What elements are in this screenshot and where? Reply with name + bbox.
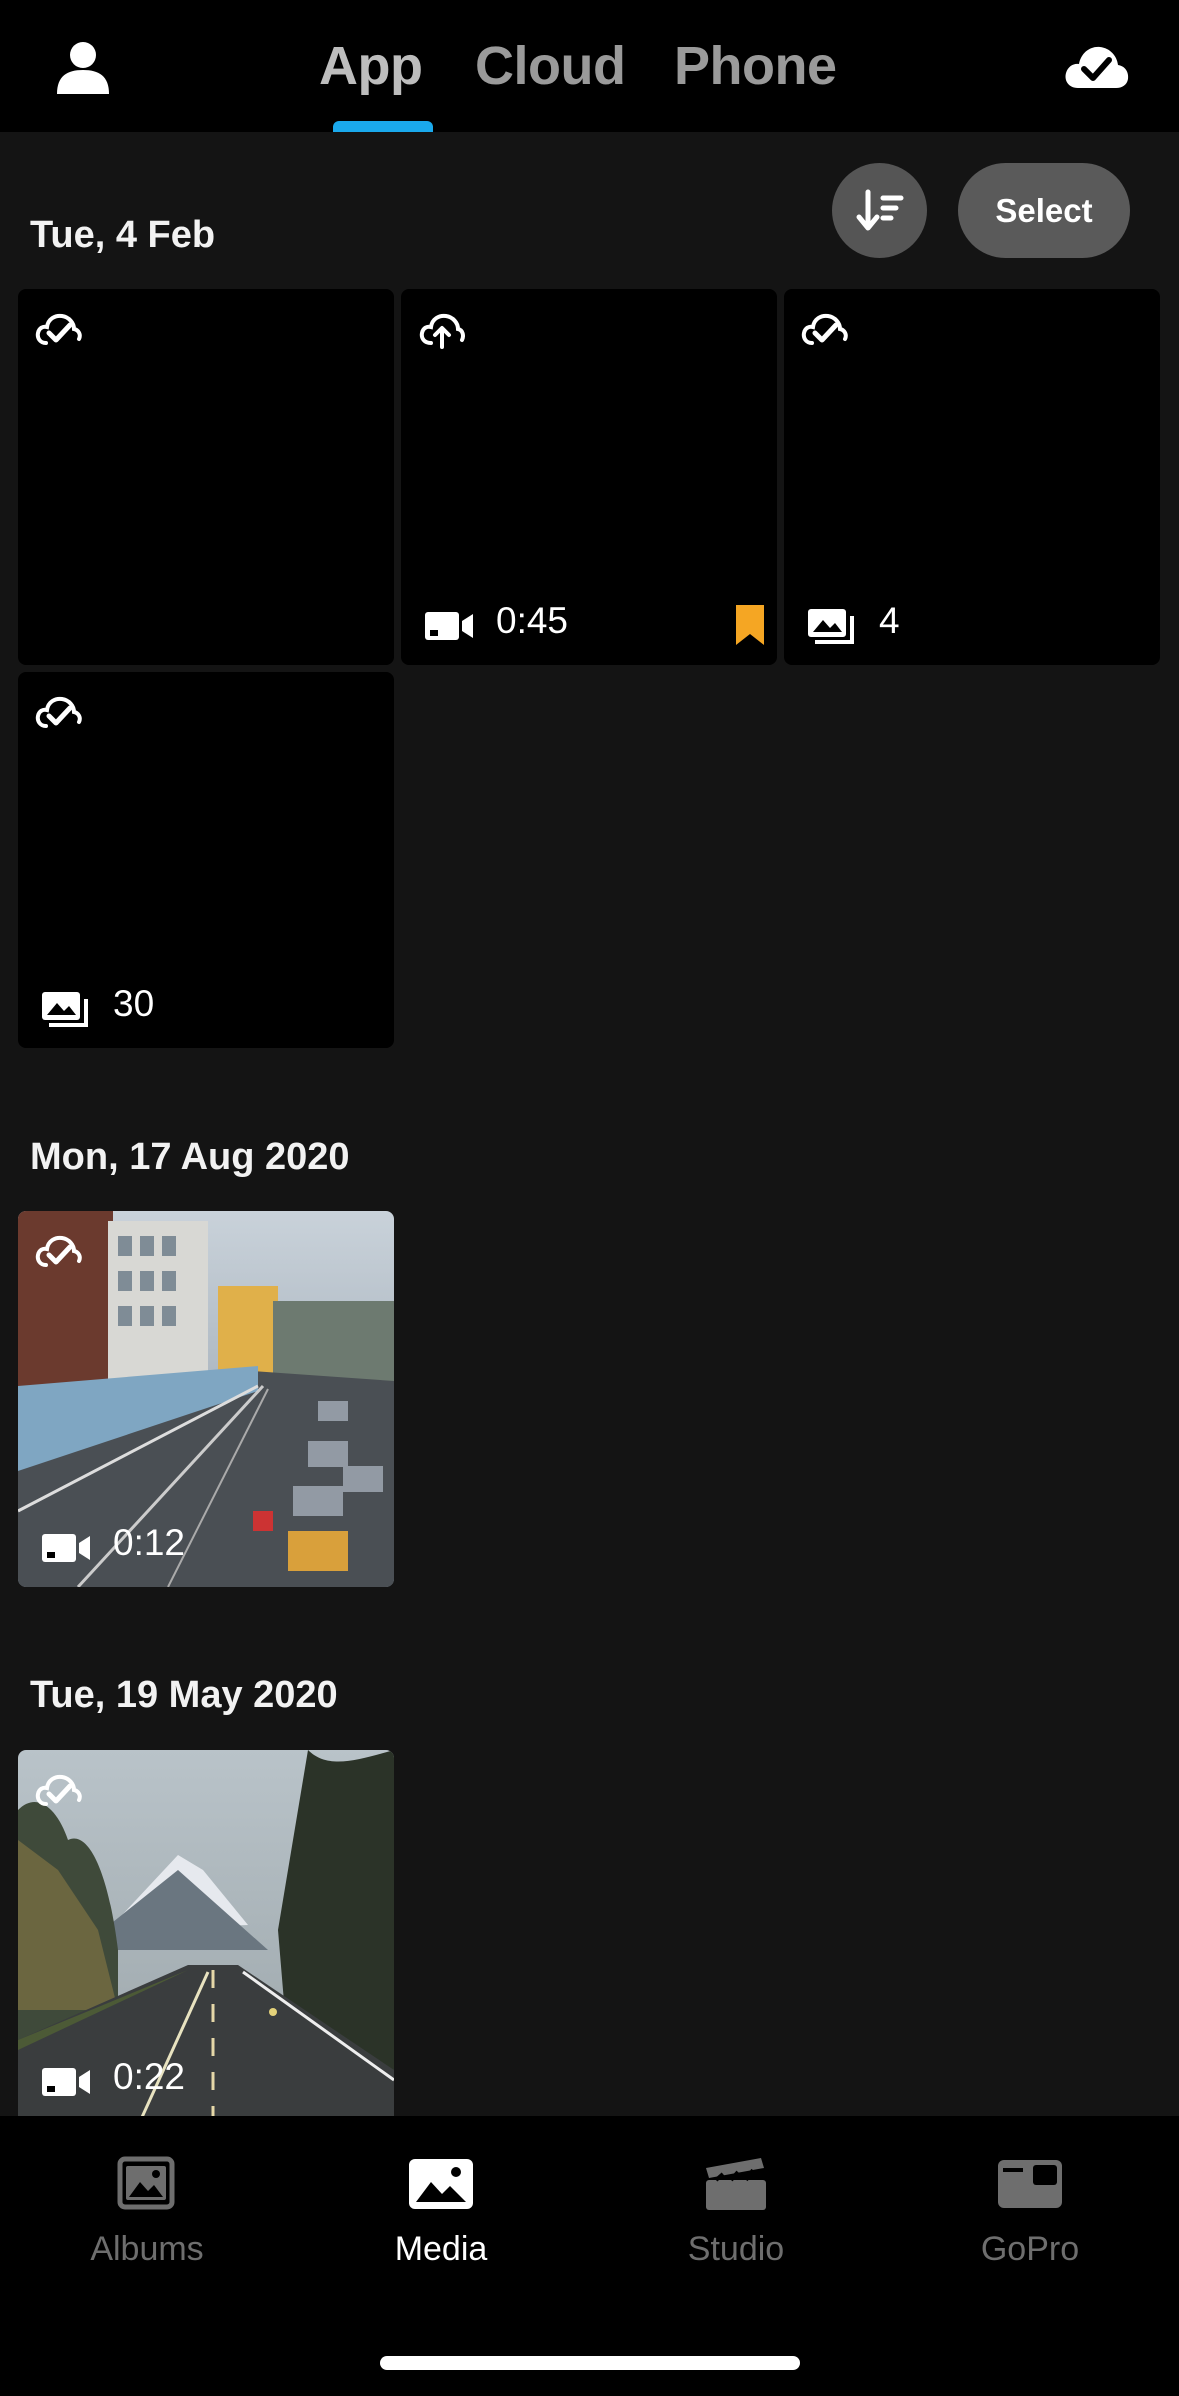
media-tile[interactable]: 0:22	[18, 1750, 394, 2116]
home-indicator[interactable]	[380, 2356, 800, 2370]
hilight-tag-icon	[736, 605, 764, 645]
video-icon	[42, 1534, 90, 1562]
media-tile[interactable]	[18, 289, 394, 665]
media-tile[interactable]: 0:12	[18, 1211, 394, 1587]
video-icon	[42, 2068, 90, 2096]
video-duration: 0:22	[113, 2056, 186, 2097]
video-duration: 0:45	[496, 600, 569, 641]
tab-cloud[interactable]: Cloud	[475, 35, 626, 97]
section-date: Mon, 17 Aug 2020	[30, 1136, 350, 1178]
nav-label: Albums	[90, 2230, 204, 2268]
section-date: Tue, 19 May 2020	[30, 1674, 338, 1716]
studio-clapper-icon	[706, 2158, 766, 2210]
nav-label: GoPro	[980, 2230, 1080, 2268]
camera-icon	[998, 2160, 1062, 2208]
top-bar: App Cloud Phone	[0, 0, 1179, 132]
cloud-upload-icon	[419, 313, 465, 349]
section-date: Tue, 4 Feb	[30, 214, 216, 256]
video-duration: 0:12	[113, 1522, 186, 1563]
nav-studio[interactable]: Studio	[636, 2154, 836, 2269]
nav-albums[interactable]: Albums	[47, 2154, 247, 2269]
video-icon	[425, 612, 473, 640]
bottom-navigation: Albums Media Studio GoPro	[0, 2116, 1179, 2396]
cloud-check-icon[interactable]	[1062, 36, 1130, 96]
sort-button[interactable]	[832, 163, 927, 258]
burst-count: 4	[879, 600, 900, 641]
active-tab-indicator	[333, 121, 433, 132]
cloud-synced-icon	[35, 313, 82, 345]
cloud-synced-icon	[35, 1235, 82, 1267]
source-tabs: App Cloud Phone	[0, 35, 1179, 125]
nav-label: Media	[394, 2230, 488, 2268]
tab-app[interactable]: App	[319, 35, 423, 97]
sort-icon	[856, 189, 903, 230]
media-tile[interactable]: 4	[784, 289, 1160, 665]
cloud-synced-icon	[35, 1774, 82, 1806]
tab-phone[interactable]: Phone	[674, 35, 837, 97]
burst-count: 30	[113, 983, 155, 1024]
burst-photo-icon	[42, 992, 88, 1027]
nav-gopro[interactable]: GoPro	[930, 2154, 1130, 2269]
media-tile[interactable]: 30	[18, 672, 394, 1048]
nav-label: Studio	[687, 2230, 785, 2268]
nav-media[interactable]: Media	[341, 2154, 541, 2269]
media-tile[interactable]: 0:45	[401, 289, 777, 665]
media-icon	[409, 2159, 473, 2209]
cloud-synced-icon	[801, 313, 848, 345]
cloud-synced-icon	[35, 696, 82, 728]
albums-icon	[117, 2156, 175, 2210]
burst-photo-icon	[808, 609, 854, 644]
select-button[interactable]: Select	[958, 163, 1130, 258]
